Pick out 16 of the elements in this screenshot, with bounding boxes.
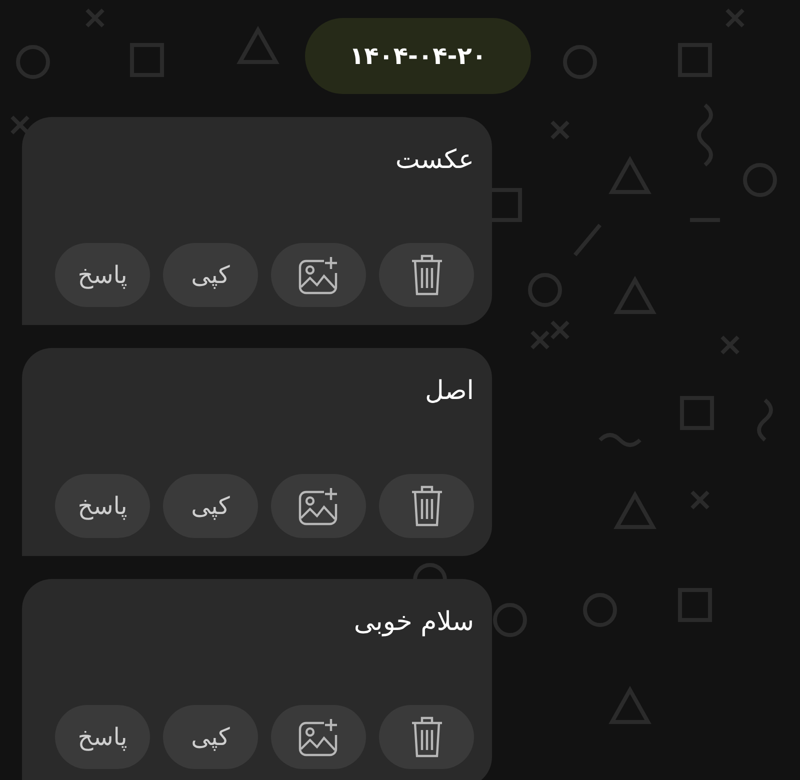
message-text: سلام خوبی <box>354 607 474 637</box>
message-text: عکست <box>395 145 474 175</box>
add-image-icon <box>298 486 340 526</box>
reply-button[interactable]: پاسخ <box>55 705 150 769</box>
reply-button[interactable]: پاسخ <box>55 243 150 307</box>
trash-icon <box>410 715 444 759</box>
reply-button[interactable]: پاسخ <box>55 474 150 538</box>
trash-icon <box>410 484 444 528</box>
message-text: اصل <box>425 376 474 406</box>
copy-button[interactable]: کپی <box>163 474 258 538</box>
copy-button[interactable]: کپی <box>163 705 258 769</box>
trash-icon <box>410 253 444 297</box>
add-image-icon <box>298 255 340 295</box>
add-image-icon <box>298 717 340 757</box>
copy-button[interactable]: کپی <box>163 243 258 307</box>
date-badge: ۱۴۰۴-۰۴-۲۰ <box>305 18 531 94</box>
